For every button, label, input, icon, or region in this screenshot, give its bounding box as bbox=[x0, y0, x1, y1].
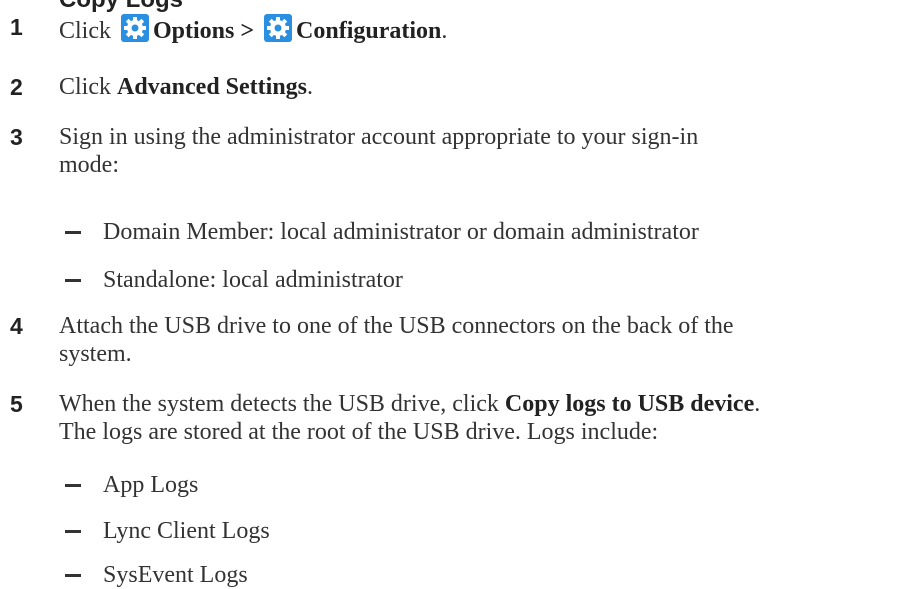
copy-logs-label: Copy logs to USB device bbox=[504, 391, 755, 417]
step-text: When the system detects the USB drive, c… bbox=[59, 391, 761, 445]
step-number: 1 bbox=[10, 14, 23, 40]
gear-icon bbox=[263, 13, 293, 43]
step-number: 2 bbox=[10, 74, 23, 100]
dash-bullet bbox=[65, 231, 81, 234]
options-label: Options > bbox=[153, 18, 255, 44]
dash-bullet bbox=[65, 530, 81, 533]
step-text: Attach the USB drive to one of the USB c… bbox=[59, 313, 734, 367]
step-text: Sign in using the administrator account … bbox=[59, 124, 699, 178]
advanced-settings-label: Advanced Settings bbox=[117, 74, 308, 100]
configuration-label: Configuration bbox=[296, 18, 442, 44]
gear-icon bbox=[120, 13, 150, 43]
step-number: 5 bbox=[10, 391, 23, 417]
step-text: Click Advanced Settings. bbox=[59, 74, 314, 100]
section-heading-partial: Copy Logs bbox=[59, 0, 183, 14]
dash-bullet bbox=[65, 484, 81, 487]
step-text: Click Options > Configuration. bbox=[59, 13, 895, 45]
step-number: 3 bbox=[10, 124, 23, 150]
step-number: 4 bbox=[10, 313, 23, 339]
dash-bullet bbox=[65, 279, 81, 282]
